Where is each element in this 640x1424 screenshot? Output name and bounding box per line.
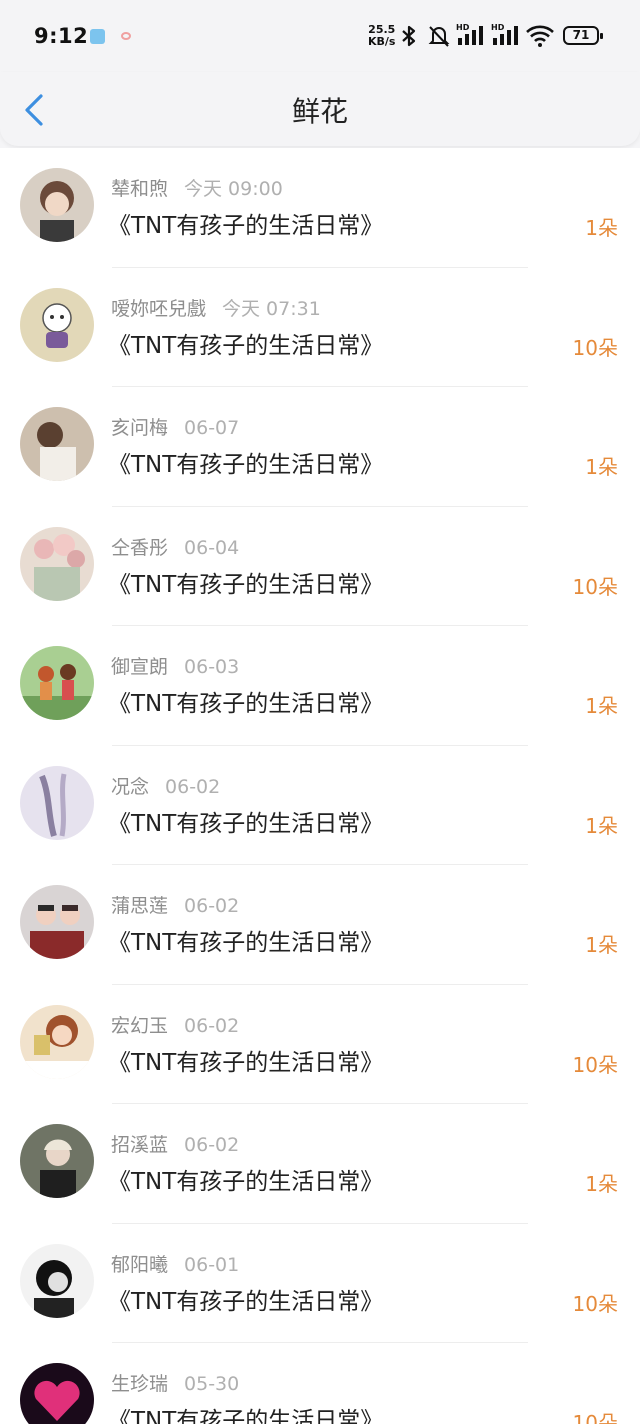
wifi-icon	[526, 25, 554, 47]
timestamp: 05-30	[184, 1373, 240, 1395]
user-name: 招溪蓝	[111, 1134, 169, 1156]
timestamp: 06-02	[184, 1014, 240, 1037]
timestamp: 06-04	[184, 536, 240, 559]
status-time: 9:12	[34, 24, 89, 48]
user-name: 嗳妳呸兒戲	[111, 297, 207, 320]
avatar	[20, 1243, 94, 1318]
book-title: 《TNT有孩子的生活日常》	[108, 332, 384, 359]
book-title: 《TNT有孩子的生活日常》	[108, 691, 384, 717]
avatar	[20, 885, 94, 959]
user-name: 生珍瑞	[111, 1373, 169, 1395]
timestamp: 06-02	[165, 775, 221, 798]
timestamp: 06-02	[184, 1134, 240, 1156]
nav-bar: 鲜花	[0, 72, 640, 146]
user-name: 亥问梅	[111, 417, 169, 439]
list-item[interactable]: 亥问梅 06-07 《TNT有孩子的生活日常》 1朵	[0, 387, 640, 507]
timestamp: 06-03	[184, 656, 240, 678]
avatar	[20, 646, 94, 720]
flower-count: 1朵	[585, 813, 618, 838]
bell-muted-icon	[428, 26, 450, 47]
book-title: 《TNT有孩子的生活日常》	[108, 930, 384, 956]
flower-count: 10朵	[572, 1291, 618, 1316]
list-item[interactable]: 御宣朗 06-03 《TNT有孩子的生活日常》 1朵	[0, 626, 640, 746]
flower-count: 10朵	[572, 574, 618, 599]
avatar	[20, 168, 94, 242]
book-title: 《TNT有孩子的生活日常》	[108, 452, 384, 478]
list-item[interactable]: 况念 06-02 《TNT有孩子的生活日常》 1朵	[0, 746, 640, 865]
user-name: 郁阳曦	[111, 1253, 169, 1276]
timestamp: 今天 07:31	[222, 297, 321, 320]
network-speed: 25.5 KB/s	[368, 23, 396, 48]
book-title: 《TNT有孩子的生活日常》	[108, 571, 384, 598]
battery-icon: 71	[563, 26, 603, 45]
flower-count: 10朵	[572, 1411, 618, 1424]
list-item[interactable]: 郁阳曦 06-01 《TNT有孩子的生活日常》 10朵	[0, 1224, 640, 1343]
signal-icon	[493, 26, 518, 45]
book-title: 《TNT有孩子的生活日常》	[108, 1169, 384, 1195]
list-item[interactable]: 生珍瑞 05-30 《TNT有孩子的生活日常》 10朵	[0, 1343, 640, 1424]
status-bar: 9:12 25.5 KB/s HD HD 71	[0, 0, 640, 72]
avatar	[20, 407, 94, 481]
battery-level: 71	[572, 28, 590, 42]
list-item[interactable]: 辇和煦 今天 09:00 《TNT有孩子的生活日常》 1朵	[0, 148, 640, 268]
signal-icon	[458, 26, 483, 45]
avatar	[20, 1363, 94, 1424]
book-title: 《TNT有孩子的生活日常》	[108, 810, 384, 837]
avatar	[20, 526, 94, 601]
timestamp: 06-07	[184, 417, 240, 439]
flower-count: 1朵	[585, 216, 618, 240]
bluetooth-icon	[402, 25, 416, 47]
user-name: 仝香彤	[111, 536, 169, 559]
timestamp: 今天 09:00	[184, 178, 283, 200]
user-name: 况念	[111, 775, 150, 798]
timestamp: 06-01	[184, 1253, 240, 1276]
user-name: 御宣朗	[111, 656, 169, 678]
list-item[interactable]: 仝香彤 06-04 《TNT有孩子的生活日常》 10朵	[0, 507, 640, 626]
user-name: 辇和煦	[111, 178, 169, 200]
page-title: 鲜花	[291, 95, 348, 128]
list-item[interactable]: 蒲思莲 06-02 《TNT有孩子的生活日常》 1朵	[0, 865, 640, 985]
user-name: 宏幻玉	[111, 1014, 169, 1037]
list-item[interactable]: 嗳妳呸兒戲 今天 07:31 《TNT有孩子的生活日常》 10朵	[0, 268, 640, 387]
book-title: 《TNT有孩子的生活日常》	[108, 213, 384, 239]
avatar	[20, 1124, 94, 1198]
flower-count: 1朵	[585, 1172, 618, 1196]
timestamp: 06-02	[184, 895, 240, 917]
flower-count: 1朵	[585, 694, 618, 718]
book-title: 《TNT有孩子的生活日常》	[108, 1049, 384, 1076]
book-title: 《TNT有孩子的生活日常》	[108, 1408, 384, 1424]
list-item[interactable]: 宏幻玉 06-02 《TNT有孩子的生活日常》 10朵	[0, 985, 640, 1104]
avatar	[20, 287, 94, 362]
avatar	[20, 765, 94, 840]
user-name: 蒲思莲	[111, 895, 169, 917]
flower-count: 1朵	[585, 455, 618, 479]
book-title: 《TNT有孩子的生活日常》	[108, 1288, 384, 1315]
flower-count: 1朵	[585, 933, 618, 957]
flower-count: 10朵	[572, 1052, 618, 1077]
app-notification-icon	[90, 29, 105, 44]
list-item[interactable]: 招溪蓝 06-02 《TNT有孩子的生活日常》 1朵	[0, 1104, 640, 1224]
flower-gift-list: 辇和煦 今天 09:00 《TNT有孩子的生活日常》 1朵 嗳妳呸兒戲 今天 07:…	[0, 148, 640, 1424]
avatar	[20, 1004, 94, 1079]
flower-count: 10朵	[572, 335, 618, 360]
weibo-icon	[121, 32, 131, 40]
